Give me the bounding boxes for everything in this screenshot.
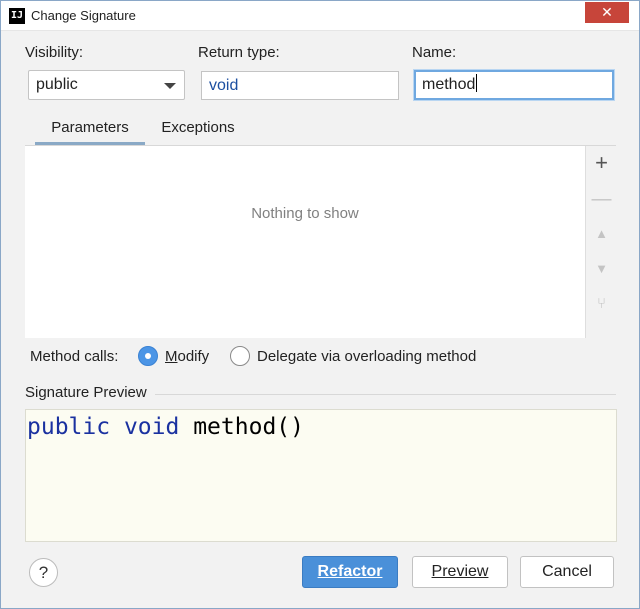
help-button[interactable]: ? bbox=[29, 558, 58, 587]
cancel-button[interactable]: Cancel bbox=[520, 556, 614, 588]
preview-return-type: void bbox=[123, 414, 180, 440]
chevron-down-icon bbox=[164, 83, 176, 89]
refactor-label: Refactor bbox=[317, 563, 383, 580]
add-icon[interactable]: + bbox=[586, 151, 617, 175]
close-button[interactable]: ✕ bbox=[585, 2, 629, 23]
signature-preview-title: Signature Preview bbox=[25, 384, 155, 401]
tab-exceptions[interactable]: Exceptions bbox=[153, 117, 243, 145]
help-icon: ? bbox=[38, 563, 49, 582]
visibility-label: Visibility: bbox=[25, 44, 84, 61]
empty-state-text: Nothing to show bbox=[251, 205, 359, 222]
visibility-value: public bbox=[36, 76, 78, 93]
propagate-icon[interactable]: ⑂ bbox=[586, 292, 617, 316]
signature-preview-editor[interactable]: public void method() bbox=[25, 409, 617, 542]
remove-icon[interactable]: — bbox=[586, 187, 617, 211]
return-type-field[interactable]: void bbox=[201, 71, 399, 100]
return-type-value: void bbox=[209, 77, 239, 94]
modify-mnemonic: M bbox=[165, 348, 178, 365]
parameters-toolbar: + — ▲ ▼ ⑂ bbox=[585, 146, 616, 338]
move-up-icon[interactable]: ▲ bbox=[586, 222, 617, 246]
method-calls-label: Method calls: bbox=[30, 348, 119, 365]
name-field[interactable]: method bbox=[414, 70, 614, 100]
text-caret bbox=[476, 74, 478, 92]
preview-button[interactable]: Preview bbox=[412, 556, 508, 588]
visibility-dropdown[interactable]: public bbox=[28, 70, 185, 100]
cancel-label: Cancel bbox=[542, 563, 592, 580]
change-signature-dialog: IJ Change Signature ✕ Visibility: Return… bbox=[0, 0, 640, 609]
radio-modify[interactable] bbox=[138, 346, 158, 366]
window-title: Change Signature bbox=[31, 8, 136, 23]
radio-delegate[interactable] bbox=[230, 346, 250, 366]
name-label: Name: bbox=[412, 44, 457, 61]
parameters-table[interactable]: Nothing to show bbox=[25, 146, 585, 338]
preview-method-name: method() bbox=[193, 414, 304, 440]
tab-parameters[interactable]: Parameters bbox=[35, 117, 145, 145]
return-type-label: Return type: bbox=[198, 44, 280, 61]
modify-rest: odify bbox=[177, 348, 210, 365]
preview-label: Preview bbox=[431, 563, 489, 580]
refactor-button[interactable]: Refactor bbox=[302, 556, 398, 588]
title-bar[interactable]: IJ Change Signature ✕ bbox=[1, 1, 639, 31]
move-down-icon[interactable]: ▼ bbox=[586, 257, 617, 281]
radio-delegate-label[interactable]: Delegate via overloading method bbox=[257, 348, 476, 365]
intellij-app-icon: IJ bbox=[9, 8, 25, 24]
radio-modify-label[interactable]: Modify bbox=[165, 348, 209, 365]
close-icon: ✕ bbox=[601, 4, 613, 20]
signature-preview-code: public void method() bbox=[27, 414, 304, 440]
name-value: method bbox=[422, 76, 476, 93]
preview-modifier: public bbox=[27, 414, 111, 440]
